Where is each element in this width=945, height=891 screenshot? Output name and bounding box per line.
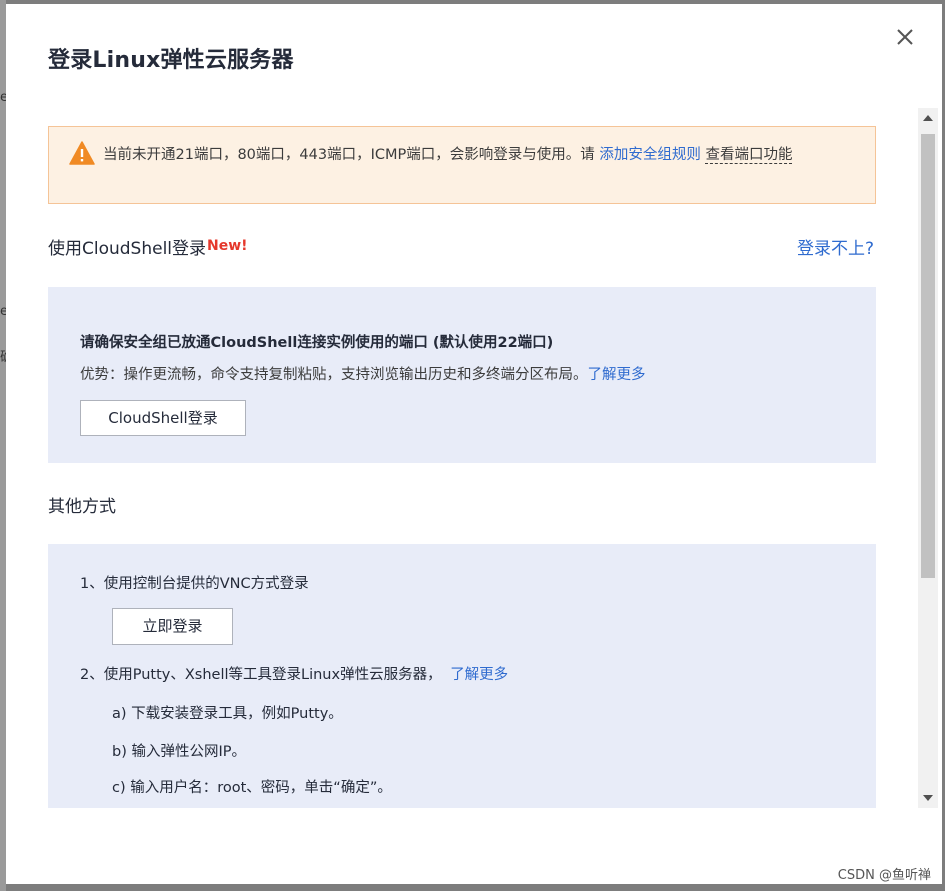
scroll-up-arrow-icon[interactable]	[923, 115, 933, 121]
scroll-down-arrow-icon[interactable]	[923, 795, 933, 801]
add-security-rule-link[interactable]: 添加安全组规则	[599, 147, 701, 163]
dialog-content: 当前未开通21端口，80端口，443端口，ICMP端口，会影响登录与使用。请 添…	[6, 108, 940, 808]
cloudshell-port-notice: 请确保安全组已放通CloudShell连接实例使用的端口 (默认使用22端口)	[80, 335, 554, 351]
login-now-button[interactable]: 立即登录	[112, 608, 233, 645]
other-methods-panel: 1、使用控制台提供的VNC方式登录 立即登录 2、使用Putty、Xshell等…	[48, 544, 876, 808]
cloudshell-title-text: 使用CloudShell登录	[48, 239, 207, 259]
vnc-step: 1、使用控制台提供的VNC方式登录	[80, 576, 309, 592]
watermark: CSDN @鱼听禅	[837, 868, 931, 883]
dialog-title: 登录Linux弹性云服务器	[48, 48, 294, 73]
close-button[interactable]	[894, 26, 916, 48]
login-dialog: 登录Linux弹性云服务器 当前未开通21端口，80端口，443端口，ICMP端…	[6, 4, 942, 884]
view-port-function-link[interactable]: 查看端口功能	[705, 147, 793, 164]
warning-triangle-icon	[69, 141, 95, 165]
close-icon	[897, 29, 913, 45]
other-methods-title: 其他方式	[48, 497, 116, 517]
cloudshell-learn-more-link[interactable]: 了解更多	[588, 367, 646, 383]
putty-step-text: 2、使用Putty、Xshell等工具登录Linux弹性云服务器，	[80, 667, 442, 683]
substep-b: b) 输入弹性公网IP。	[112, 744, 246, 760]
cloudshell-advantage: 优势：操作更流畅，命令支持复制粘贴，支持浏览输出历史和多终端分区布局。了解更多	[80, 363, 646, 384]
cloudshell-panel: 请确保安全组已放通CloudShell连接实例使用的端口 (默认使用22端口) …	[48, 287, 876, 463]
putty-step: 2、使用Putty、Xshell等工具登录Linux弹性云服务器， 了解更多	[80, 663, 508, 684]
advantage-text: 优势：操作更流畅，命令支持复制粘贴，支持浏览输出历史和多终端分区布局。	[80, 367, 588, 383]
new-badge: New!	[207, 238, 248, 254]
alert-message: 当前未开通21端口，80端口，443端口，ICMP端口，会影响登录与使用。请 添…	[103, 143, 863, 167]
scrollbar-thumb[interactable]	[921, 134, 935, 578]
content-scrollbar[interactable]	[918, 108, 938, 808]
login-help-link[interactable]: 登录不上?	[797, 234, 874, 259]
substep-c: c) 输入用户名：root、密码，单击“确定”。	[112, 780, 392, 796]
cloudshell-section-title: 使用CloudShell登录New!	[48, 234, 248, 259]
putty-learn-more-link[interactable]: 了解更多	[450, 667, 508, 683]
alert-text: 当前未开通21端口，80端口，443端口，ICMP端口，会影响登录与使用。请	[103, 147, 595, 163]
cloudshell-login-button[interactable]: CloudShell登录	[80, 400, 246, 436]
port-warning-alert: 当前未开通21端口，80端口，443端口，ICMP端口，会影响登录与使用。请 添…	[48, 126, 876, 204]
substep-a: a) 下载安装登录工具，例如Putty。	[112, 706, 343, 722]
